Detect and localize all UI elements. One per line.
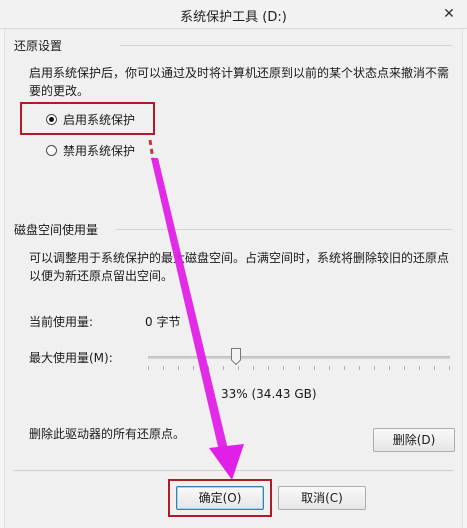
slider-tick — [389, 366, 390, 370]
max-usage-label: 最大使用量(M): — [29, 351, 113, 365]
footer-divider — [14, 470, 454, 471]
delete-restore-points-text: 删除此驱动器的所有还原点。 — [29, 427, 186, 441]
slider-tick — [434, 366, 435, 370]
slider-tick — [314, 366, 315, 370]
current-usage-value: 0 字节 — [145, 315, 181, 329]
radio-disable-protection[interactable]: 禁用系统保护 — [46, 142, 135, 159]
slider-tick — [299, 366, 300, 370]
title-bar[interactable]: 系统保护工具 (D:) ✕ — [0, 0, 467, 29]
max-usage-slider-thumb[interactable] — [231, 348, 241, 365]
current-usage-label: 当前使用量: — [29, 315, 94, 329]
slider-tick — [148, 366, 149, 370]
delete-button[interactable]: 删除(D) — [373, 428, 455, 452]
slider-tick — [404, 366, 405, 370]
window-frame-left — [0, 0, 5, 528]
radio-enable-protection-label: 启用系统保护 — [63, 113, 136, 127]
slider-tick — [193, 366, 194, 370]
slider-tick — [268, 366, 269, 370]
slider-tick — [238, 366, 239, 370]
slider-tick — [223, 366, 224, 370]
disk-usage-group-label: 磁盘空间使用量 — [14, 223, 99, 237]
slider-tick — [283, 366, 284, 370]
slider-tick — [344, 366, 345, 370]
radio-checked-icon — [46, 114, 57, 125]
slider-tick — [329, 366, 330, 370]
restore-settings-group-label: 还原设置 — [14, 39, 63, 53]
restore-settings-divider — [120, 45, 452, 46]
slider-tick — [208, 366, 209, 370]
annotation-arrow-head — [209, 444, 244, 480]
slider-tick — [178, 366, 179, 370]
annotation-arrow-shaft — [151, 158, 231, 464]
ok-button[interactable]: 确定(O) — [176, 486, 264, 510]
window-frame-right — [462, 0, 467, 528]
slider-tick — [419, 366, 420, 370]
radio-unchecked-icon — [46, 145, 57, 156]
slider-tick — [359, 366, 360, 370]
slider-tick — [374, 366, 375, 370]
cancel-button[interactable]: 取消(C) — [278, 486, 366, 510]
radio-enable-protection[interactable]: 启用系统保护 — [46, 111, 135, 128]
annotation-dashed-lead — [148, 139, 155, 161]
max-usage-slider-track[interactable] — [148, 356, 450, 359]
disk-usage-divider — [116, 229, 452, 230]
window-title: 系统保护工具 (D:) — [180, 10, 287, 25]
close-icon[interactable]: ✕ — [437, 4, 461, 24]
max-usage-slider-ticks — [148, 366, 450, 370]
disk-usage-description: 可以调整用于系统保护的最大磁盘空间。占满空间时，系统将删除较旧的还原点以便为新还… — [29, 251, 450, 283]
max-usage-readout: 33% (34.43 GB) — [221, 387, 317, 401]
restore-settings-description: 启用系统保护后，你可以通过及时将计算机还原到以前的某个状态点来撤消不需要的更改。 — [29, 66, 450, 98]
slider-tick — [163, 366, 164, 370]
slider-tick — [449, 366, 450, 370]
radio-disable-protection-label: 禁用系统保护 — [63, 144, 136, 158]
slider-tick — [253, 366, 254, 370]
